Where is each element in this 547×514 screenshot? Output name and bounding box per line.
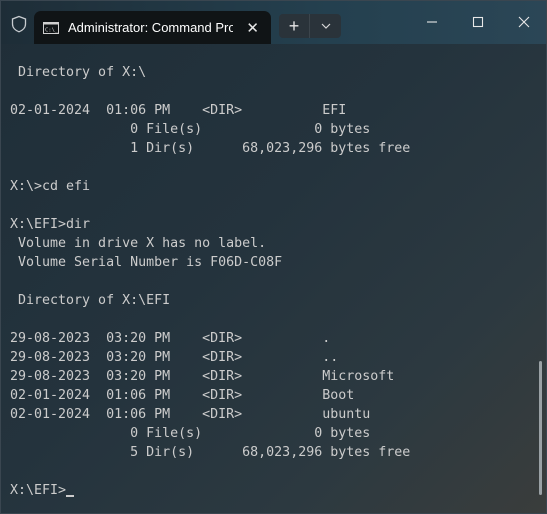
- shield-icon: [11, 15, 27, 33]
- terminal-line: Volume in drive X has no label.: [10, 234, 520, 253]
- tab-title: Administrator: Command Pror: [68, 20, 233, 35]
- close-icon: [518, 16, 530, 28]
- terminal-line: 0 File(s) 0 bytes: [10, 120, 520, 139]
- terminal-line: X:\EFI>dir: [10, 215, 520, 234]
- terminal-line-text: Volume in drive X has no label.: [10, 236, 267, 251]
- terminal-line-text: 29-08-2023 03:20 PM <DIR> .: [10, 331, 331, 346]
- terminal-line: 0 File(s) 0 bytes: [10, 424, 520, 443]
- profiles-dropdown-button[interactable]: [310, 14, 341, 38]
- terminal-line-text: 02-01-2024 01:06 PM <DIR> ubuntu: [10, 407, 371, 422]
- svg-text:C:\_: C:\_: [45, 27, 59, 33]
- terminal-line-text: 1 Dir(s) 68,023,296 bytes free: [10, 141, 411, 156]
- cmd-icon: C:\_: [43, 21, 59, 34]
- terminal-line-text: Directory of X:\: [10, 65, 147, 80]
- new-tab-button[interactable]: +: [279, 14, 310, 38]
- terminal-line-text: 02-01-2024 01:06 PM <DIR> EFI: [10, 103, 347, 118]
- terminal-line: Directory of X:\EFI: [10, 291, 520, 310]
- terminal-line-text: X:\>cd efi: [10, 179, 91, 194]
- terminal-line: 29-08-2023 03:20 PM <DIR> ..: [10, 348, 520, 367]
- maximize-button[interactable]: [455, 9, 501, 35]
- new-tab-group: +: [279, 14, 341, 38]
- terminal-window: C:\_ Administrator: Command Pror ✕ + Dir…: [0, 0, 547, 514]
- terminal-line-text: 29-08-2023 03:20 PM <DIR> ..: [10, 350, 339, 365]
- title-bar: C:\_ Administrator: Command Pror ✕ +: [1, 1, 546, 44]
- terminal-line: Directory of X:\: [10, 63, 520, 82]
- terminal-line-text: 02-01-2024 01:06 PM <DIR> Boot: [10, 388, 355, 403]
- terminal-line: 02-01-2024 01:06 PM <DIR> ubuntu: [10, 405, 520, 424]
- tab-close-button[interactable]: ✕: [246, 19, 259, 37]
- terminal-line: 1 Dir(s) 68,023,296 bytes free: [10, 139, 520, 158]
- terminal-line-text: Directory of X:\EFI: [10, 293, 171, 308]
- terminal-line: 5 Dir(s) 68,023,296 bytes free: [10, 443, 520, 462]
- terminal-line: X:\>cd efi: [10, 177, 520, 196]
- terminal-line: Volume Serial Number is F06D-C08F: [10, 253, 520, 272]
- terminal-line-text: 5 Dir(s) 68,023,296 bytes free: [10, 445, 411, 460]
- minimize-button[interactable]: [409, 9, 455, 35]
- terminal-line: 02-01-2024 01:06 PM <DIR> EFI: [10, 101, 520, 120]
- maximize-icon: [472, 16, 484, 28]
- terminal-line: 29-08-2023 03:20 PM <DIR> Microsoft: [10, 367, 520, 386]
- minimize-icon: [427, 21, 437, 23]
- vertical-scrollbar[interactable]: [539, 361, 542, 495]
- text-cursor: [66, 495, 75, 497]
- prompt-line: X:\EFI>: [10, 481, 520, 500]
- terminal-line-text: X:\EFI>: [10, 483, 67, 498]
- terminal-line-text: X:\EFI>dir: [10, 217, 91, 232]
- terminal-line-text: Volume Serial Number is F06D-C08F: [10, 255, 283, 270]
- terminal-line: 02-01-2024 01:06 PM <DIR> Boot: [10, 386, 520, 405]
- terminal-line-text: 29-08-2023 03:20 PM <DIR> Microsoft: [10, 369, 395, 384]
- terminal-line-text: 0 File(s) 0 bytes: [10, 426, 371, 441]
- terminal-line: 29-08-2023 03:20 PM <DIR> .: [10, 329, 520, 348]
- tab-command-prompt[interactable]: C:\_ Administrator: Command Pror ✕: [34, 11, 271, 44]
- terminal-line-text: 0 File(s) 0 bytes: [10, 122, 371, 137]
- chevron-down-icon: [321, 23, 330, 29]
- terminal-output[interactable]: Directory of X:\ 02-01-2024 01:06 PM <DIR…: [10, 63, 520, 500]
- close-window-button[interactable]: [501, 9, 547, 35]
